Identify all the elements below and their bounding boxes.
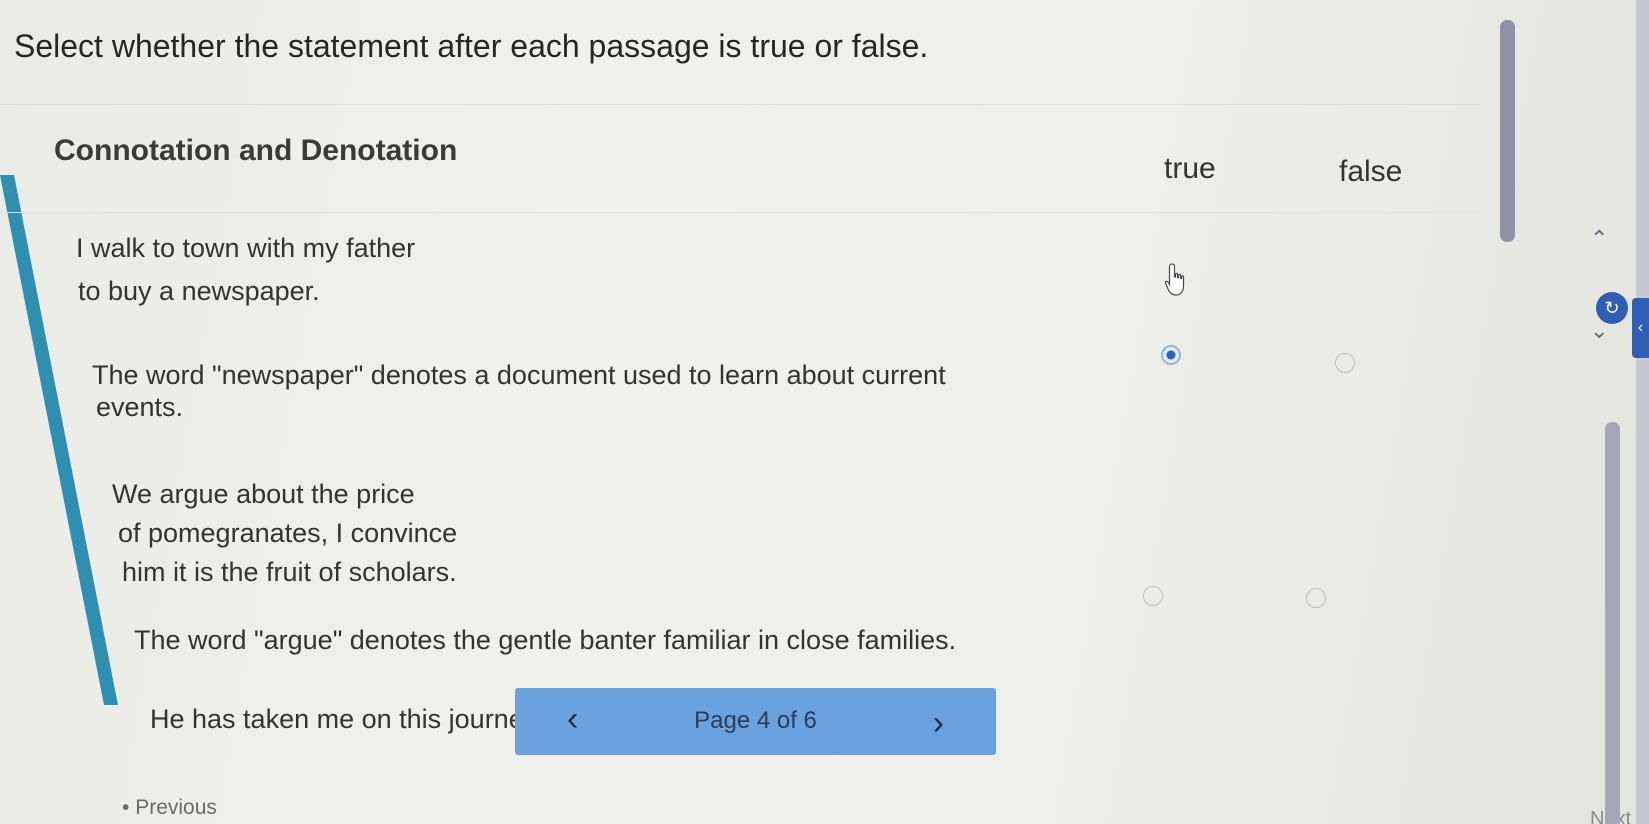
scrollbar-thumb[interactable] — [1500, 20, 1515, 242]
page-navigator: ‹ Page 4 of 6 › — [515, 688, 996, 755]
statement-line: The word "argue" denotes the gentle bant… — [134, 625, 957, 655]
scrollbar-thumb[interactable] — [1605, 422, 1620, 824]
passage-line: We argue about the price — [112, 479, 415, 509]
previous-button[interactable]: • Previous — [122, 796, 217, 820]
quiz-page: Select whether the statement after each … — [0, 0, 1649, 824]
radio-false-item-2[interactable] — [1306, 588, 1326, 608]
statement-line: events. — [96, 392, 184, 422]
passage-line: of pomegranates, I convince — [118, 518, 458, 548]
radio-false-item-1[interactable] — [1335, 353, 1355, 373]
chevron-right-icon[interactable]: › — [933, 706, 944, 740]
window-edge — [1636, 0, 1649, 824]
chevron-down-icon[interactable]: ⌄ — [1590, 318, 1608, 344]
passage-line: I walk to town with my father — [76, 233, 416, 263]
hand-pointer-icon — [1164, 263, 1185, 296]
instructions-text: Select whether the statement after each … — [14, 28, 929, 64]
previous-label: Previous — [135, 796, 217, 819]
radio-true-item-2[interactable] — [1143, 586, 1163, 606]
chevron-up-icon[interactable]: ⌃ — [1590, 226, 1608, 252]
radio-true-item-1[interactable] — [1161, 345, 1181, 365]
passage-line: to buy a newspaper. — [78, 276, 320, 306]
divider — [0, 212, 1480, 213]
side-panel-toggle[interactable]: ‹ — [1632, 298, 1649, 358]
divider — [0, 104, 1480, 105]
true-column-header: true — [1164, 152, 1216, 185]
statement-line: The word "newspaper" denotes a document … — [92, 360, 946, 390]
page-indicator: Page 4 of 6 — [694, 707, 817, 734]
passage-line: He has taken me on this journe — [150, 704, 524, 734]
passage-line: him it is the fruit of scholars. — [122, 557, 457, 587]
false-column-header: false — [1339, 155, 1403, 188]
question-title: Connotation and Denotation — [54, 134, 458, 167]
